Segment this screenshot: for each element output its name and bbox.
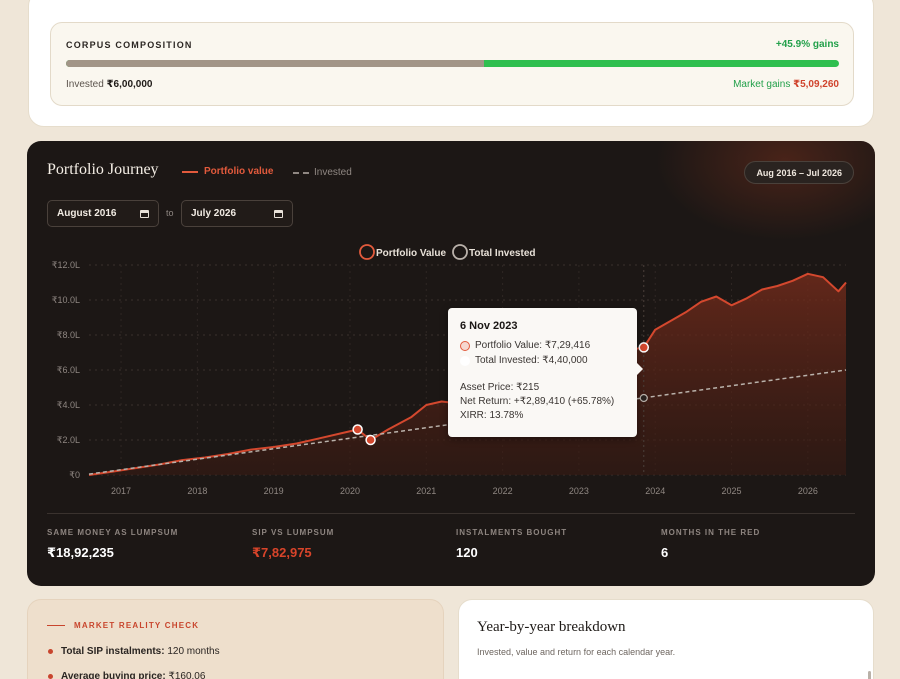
legend-line-icon — [182, 170, 198, 173]
to-date-picker[interactable]: July 2026 — [181, 200, 293, 227]
corpus-bar-invested — [66, 60, 485, 67]
legend-circle-icon — [359, 244, 375, 260]
portfolio-marker — [352, 424, 363, 435]
portfolio-dot-icon — [460, 340, 470, 351]
x-tick-label: 2017 — [111, 486, 131, 496]
y-tick-label: ₹8.0L — [57, 330, 80, 340]
tooltip-xirr: XIRR: 13.78% — [460, 410, 524, 421]
corpus-title: CORPUS COMPOSITION — [66, 40, 193, 50]
item-label: Total SIP instalments: — [61, 646, 165, 657]
tooltip-invested-row: Total Invested: ₹4,40,000 — [460, 353, 625, 368]
reality-title-text: MARKET REALITY CHECK — [74, 621, 200, 630]
legend-label: Portfolio Value — [376, 248, 446, 259]
x-tick-label: 2022 — [493, 486, 513, 496]
y-tick-label: ₹6.0L — [57, 365, 80, 375]
list-item: Total SIP instalments: 120 months — [48, 646, 220, 657]
stat-lumpsum: SAME MONEY AS LUMPSUM ₹18,92,235 — [47, 528, 178, 561]
corpus-invested-label: Invested — [66, 79, 104, 90]
corpus-invested: Invested ₹6,00,000 — [66, 79, 152, 90]
x-tick-label: 2019 — [264, 486, 284, 496]
corpus-market-label: Market gains — [733, 79, 791, 90]
x-tick-label: 2021 — [416, 486, 436, 496]
list-item: Average buying price: ₹160.06 — [48, 671, 205, 679]
to-date-value: July 2026 — [191, 208, 237, 219]
portfolio-journey-panel: Portfolio Journey Portfolio value Invest… — [27, 141, 875, 586]
x-tick-label: 2025 — [722, 486, 742, 496]
year-breakdown-card: Year-by-year breakdown Invested, value a… — [458, 599, 874, 679]
stats-divider — [47, 513, 855, 514]
item-value: 120 months — [167, 646, 220, 657]
corpus-invested-value: ₹6,00,000 — [106, 79, 153, 90]
item-value: ₹160.06 — [168, 671, 206, 679]
from-date-picker[interactable]: August 2016 — [47, 200, 159, 227]
decorative-glow — [655, 141, 875, 241]
legend-circle-icon — [452, 244, 468, 260]
x-tick-label: 2024 — [645, 486, 665, 496]
tooltip-net-return: Net Return: +₹2,89,410 (+65.78%) — [460, 396, 615, 407]
calendar-icon[interactable] — [140, 209, 149, 218]
tooltip-portfolio-value: Portfolio Value: ₹7,29,416 — [475, 340, 591, 351]
bullet-icon — [48, 674, 53, 679]
stat-label: INSTALMENTS BOUGHT — [456, 528, 568, 537]
from-date-value: August 2016 — [57, 208, 117, 219]
invested-marker — [639, 393, 648, 403]
portfolio-marker — [638, 342, 650, 353]
legend-label: Total Invested — [469, 248, 536, 259]
x-tick-label: 2023 — [569, 486, 589, 496]
date-range-separator: to — [166, 208, 174, 218]
invested-dot-icon — [460, 355, 470, 366]
stat-value: 6 — [661, 545, 669, 560]
title-rule-icon — [47, 625, 65, 626]
portfolio-marker — [365, 434, 376, 446]
reality-title: MARKET REALITY CHECK — [47, 621, 199, 630]
tooltip-asset-price: Asset Price: ₹215 — [460, 382, 540, 393]
scrollbar[interactable] — [868, 671, 871, 679]
legend-portfolio-label: Portfolio value — [204, 166, 274, 177]
x-tick-label: 2018 — [187, 486, 207, 496]
x-tick-label: 2020 — [340, 486, 360, 496]
bullet-icon — [48, 649, 53, 654]
market-reality-card: MARKET REALITY CHECK Total SIP instalmen… — [27, 599, 444, 679]
summary-card: CORPUS COMPOSITION +45.9% gains Invested… — [28, 0, 874, 127]
corpus-bar — [66, 60, 839, 67]
y-tick-label: ₹12.0L — [52, 260, 80, 270]
stat-instalments: INSTALMENTS BOUGHT 120 — [456, 528, 567, 560]
stat-label: MONTHS IN THE RED — [661, 528, 761, 537]
legend-dashed-line-icon — [293, 171, 309, 174]
y-tick-label: ₹4.0L — [57, 400, 80, 410]
x-tick-label: 2026 — [798, 486, 818, 496]
y-tick-label: ₹0 — [69, 470, 80, 480]
calendar-icon[interactable] — [274, 209, 283, 218]
corpus-gains: +45.9% gains — [775, 39, 839, 50]
journey-title: Portfolio Journey — [47, 161, 159, 178]
tooltip-portfolio-row: Portfolio Value: ₹7,29,416 — [460, 338, 625, 353]
yoy-subtitle: Invested, value and return for each cale… — [477, 647, 676, 657]
item-label: Average buying price: — [61, 671, 166, 679]
stat-label: SAME MONEY AS LUMPSUM — [47, 528, 179, 537]
stat-value: ₹18,92,235 — [47, 545, 114, 560]
y-tick-label: ₹10.0L — [52, 295, 80, 305]
corpus-market-value: ₹5,09,260 — [793, 79, 839, 90]
legend-portfolio-value: Portfolio value — [182, 166, 273, 177]
date-range-badge[interactable]: Aug 2016 – Jul 2026 — [744, 161, 854, 184]
legend-invested: Invested — [293, 167, 352, 178]
corpus-composition: CORPUS COMPOSITION +45.9% gains Invested… — [50, 22, 854, 106]
corpus-market: Market gains ₹5,09,260 — [733, 79, 839, 90]
legend-invested-label: Invested — [314, 167, 352, 178]
tooltip-total-invested: Total Invested: ₹4,40,000 — [475, 355, 588, 366]
stat-value: ₹7,82,975 — [252, 545, 312, 560]
y-tick-label: ₹2.0L — [57, 435, 80, 445]
stat-sip-vs-lumpsum: SIP VS LUMPSUM ₹7,82,975 — [252, 528, 334, 561]
stat-months-red: MONTHS IN THE RED 6 — [661, 528, 760, 560]
chart-tooltip: 6 Nov 2023 Portfolio Value: ₹7,29,416 To… — [448, 308, 643, 437]
stat-label: SIP VS LUMPSUM — [252, 528, 335, 537]
tooltip-date: 6 Nov 2023 — [460, 320, 518, 332]
stat-value: 120 — [456, 545, 478, 560]
yoy-title: Year-by-year breakdown — [477, 619, 626, 635]
